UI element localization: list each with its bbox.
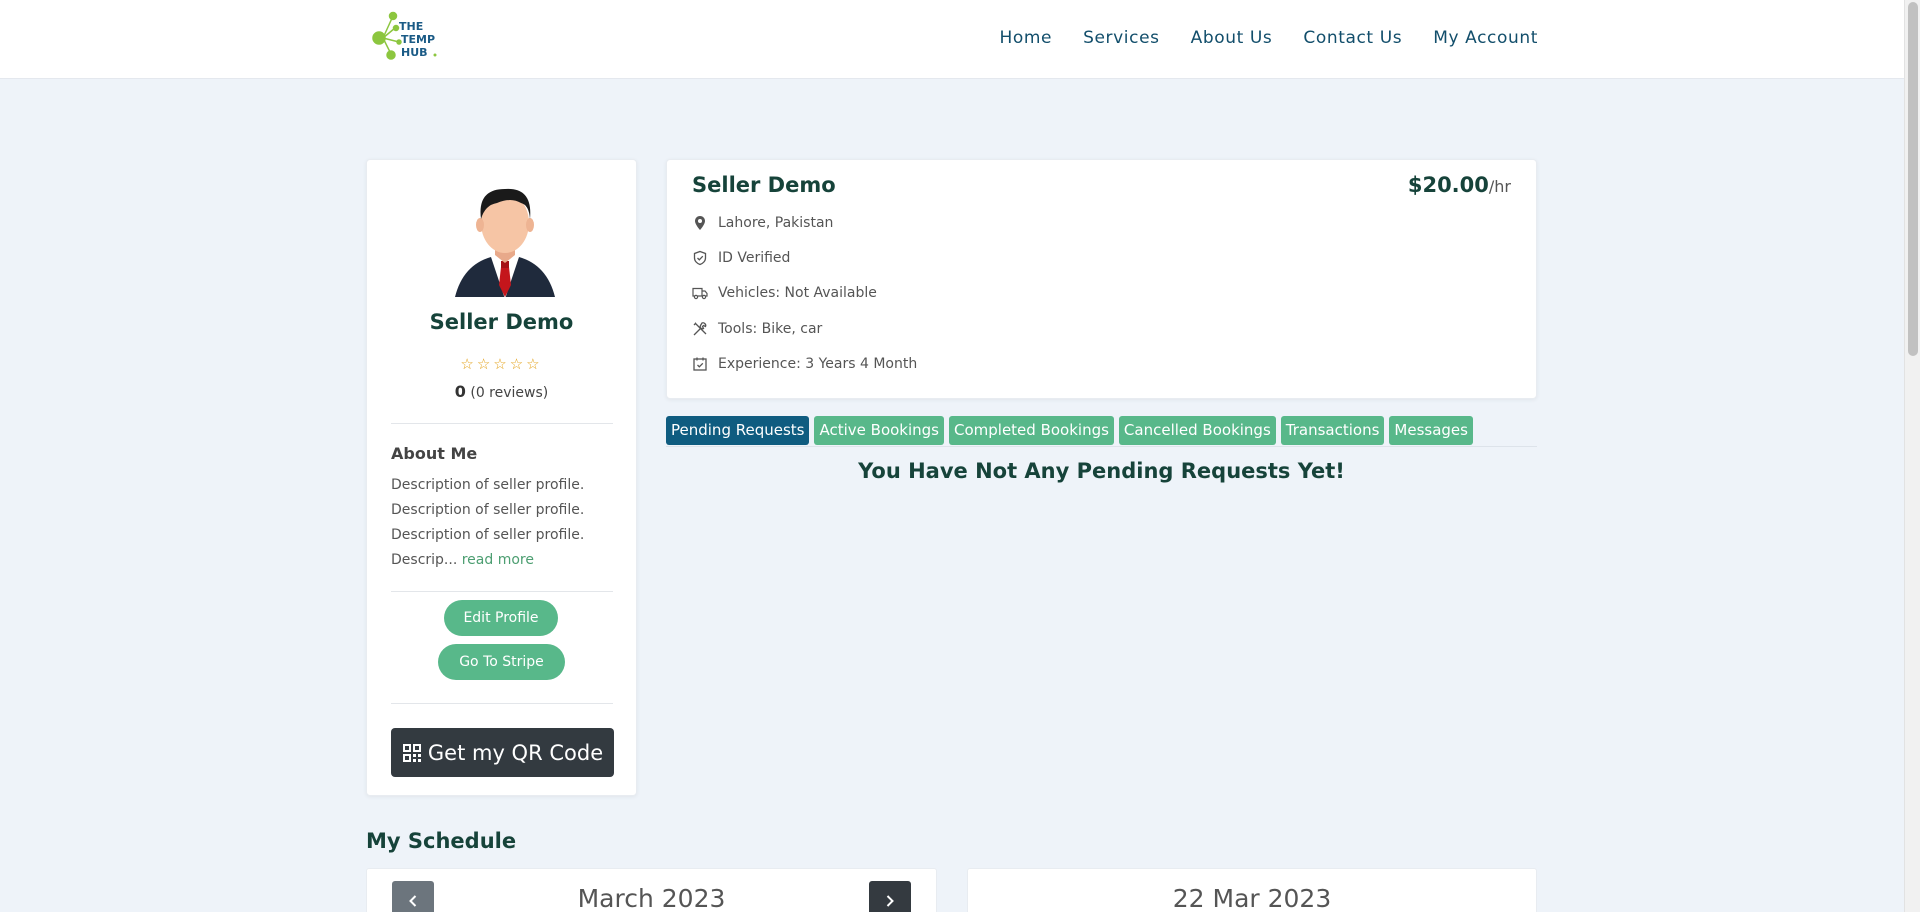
chevron-right-icon <box>886 895 894 907</box>
hourly-rate: $20.00/hr <box>1408 173 1511 197</box>
rating-value: 0 <box>454 382 466 401</box>
location-text: Lahore, Pakistan <box>718 215 834 231</box>
verification-row: ID Verified <box>692 250 790 266</box>
nav-services[interactable]: Services <box>1083 28 1160 48</box>
tab-pending-requests[interactable]: Pending Requests <box>666 416 810 445</box>
rating-stars: ☆☆☆☆☆ <box>460 355 543 373</box>
selected-date-card: 22 Mar 2023 <box>967 868 1537 912</box>
schedule-title: My Schedule <box>366 829 517 853</box>
page-scrollbar[interactable] <box>1904 0 1920 912</box>
tab-messages[interactable]: Messages <box>1389 416 1473 445</box>
svg-text:THE: THE <box>399 20 423 33</box>
tab-cancelled-bookings[interactable]: Cancelled Bookings <box>1118 416 1276 445</box>
booking-tabs: Pending Requests Active Bookings Complet… <box>666 416 1473 445</box>
tools-text: Tools: Bike, car <box>718 321 823 337</box>
next-month-button[interactable] <box>869 881 911 912</box>
seller-info-card: Seller Demo $20.00/hr Lahore, Pakistan I… <box>666 159 1537 399</box>
vehicles-row: Vehicles: Not Available <box>692 285 877 301</box>
logo-icon: THE TEMP HUB <box>372 11 437 60</box>
seller-name: Seller Demo <box>692 173 836 197</box>
verification-text: ID Verified <box>718 250 791 266</box>
divider <box>391 703 613 704</box>
go-to-stripe-button[interactable]: Go To Stripe <box>438 644 565 680</box>
main-nav: Home Services About Us Contact Us My Acc… <box>999 28 1538 48</box>
avatar <box>451 181 559 301</box>
rate-unit: /hr <box>1488 177 1511 196</box>
site-header: THE TEMP HUB Home Services About Us Cont… <box>0 0 1904 79</box>
tab-transactions[interactable]: Transactions <box>1280 416 1385 445</box>
nav-home[interactable]: Home <box>999 28 1052 48</box>
tabs-divider <box>666 446 1537 447</box>
vehicles-text: Vehicles: Not Available <box>718 285 877 301</box>
experience-text: Experience: 3 Years 4 Month <box>718 356 918 372</box>
logo[interactable]: THE TEMP HUB <box>371 8 441 64</box>
divider <box>391 423 613 424</box>
avatar-icon <box>455 188 555 299</box>
experience-row: Experience: 3 Years 4 Month <box>692 356 917 372</box>
qr-code-icon <box>402 743 421 762</box>
tools-icon <box>693 322 707 336</box>
svg-text:TEMP: TEMP <box>401 33 435 46</box>
tab-completed-bookings[interactable]: Completed Bookings <box>949 416 1114 445</box>
read-more-link[interactable]: read more <box>462 552 534 568</box>
qr-button-label: Get my QR Code <box>427 740 604 765</box>
shield-check-icon <box>693 250 707 266</box>
about-title: About Me <box>391 444 478 463</box>
nav-about-us[interactable]: About Us <box>1191 28 1273 48</box>
location-row: Lahore, Pakistan <box>692 215 833 231</box>
profile-name: Seller Demo <box>429 310 574 334</box>
rate-value: $20.00 <box>1407 173 1489 197</box>
get-qr-code-button[interactable]: Get my QR Code <box>391 728 614 777</box>
empty-state-message: You Have Not Any Pending Requests Yet! <box>858 459 1345 483</box>
tools-row: Tools: Bike, car <box>692 321 822 337</box>
calendar-card: March 2023 <box>366 868 937 912</box>
scrollbar-thumb[interactable] <box>1908 2 1918 356</box>
calendar-month: March 2023 <box>577 884 726 912</box>
about-text: Description of seller profile. Descripti… <box>391 473 616 573</box>
calendar-check-icon <box>693 357 707 371</box>
nav-my-account[interactable]: My Account <box>1433 28 1538 48</box>
nav-contact-us[interactable]: Contact Us <box>1303 28 1402 48</box>
edit-profile-button[interactable]: Edit Profile <box>444 600 558 636</box>
rating-summary: 0 (0 reviews) <box>367 382 636 401</box>
truck-icon <box>692 287 708 300</box>
profile-card: Seller Demo ☆☆☆☆☆ 0 (0 reviews) About Me… <box>366 159 637 796</box>
svg-text:HUB: HUB <box>401 46 428 59</box>
selected-date: 22 Mar 2023 <box>1172 884 1332 912</box>
map-pin-icon <box>695 216 705 230</box>
tab-active-bookings[interactable]: Active Bookings <box>814 416 944 445</box>
review-count: (0 reviews) <box>470 385 549 401</box>
divider <box>391 591 613 592</box>
